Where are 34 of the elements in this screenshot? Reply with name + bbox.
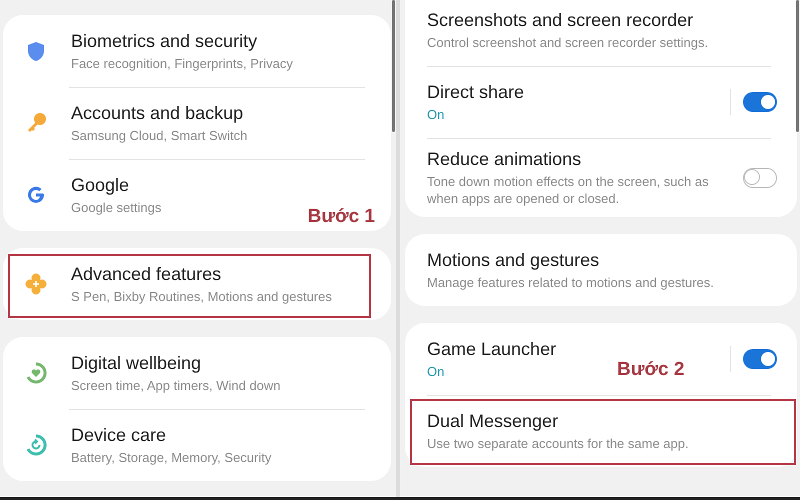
- g-letter-icon: [27, 186, 45, 204]
- setting-description: Use two separate accounts for the same app.: [427, 435, 689, 452]
- setting-title[interactable]: Google: [71, 174, 130, 196]
- setting-title[interactable]: Direct share: [427, 81, 524, 103]
- shield-icon: [27, 40, 45, 62]
- setting-title[interactable]: Accounts and backup: [71, 102, 244, 124]
- setting-description: Manage features related to motions and gestures.: [427, 274, 714, 291]
- setting-description: Screen time, App timers, Wind down: [71, 377, 281, 394]
- setting-title[interactable]: Screenshots and screen recorder: [427, 9, 694, 31]
- toggle-switch[interactable]: [743, 349, 777, 369]
- setting-description: Control screenshot and screen recorder settings.: [427, 34, 708, 51]
- status-text: On: [427, 106, 444, 123]
- heart-ring-icon: [24, 361, 48, 385]
- flower-icon: [25, 273, 47, 295]
- status-text: On: [427, 363, 444, 380]
- setting-title[interactable]: Digital wellbeing: [71, 352, 202, 374]
- step-label: Bước 2: [617, 359, 684, 381]
- setting-title[interactable]: Device care: [71, 424, 166, 446]
- toggle-switch[interactable]: [743, 92, 777, 112]
- setting-title[interactable]: Dual Messenger: [427, 410, 558, 432]
- toggle-switch[interactable]: [743, 168, 777, 188]
- setting-description: Battery, Storage, Memory, Security: [71, 449, 272, 466]
- setting-description: Face recognition, Fingerprints, Privacy: [71, 55, 293, 72]
- step-label: Bước 1: [308, 206, 375, 228]
- setting-description: Google settings: [71, 199, 162, 216]
- setting-title[interactable]: Game Launcher: [427, 338, 556, 360]
- setting-description: Tone down motion effects on the screen, such as when apps are opened or closed.: [427, 173, 710, 207]
- setting-title[interactable]: Motions and gestures: [427, 249, 600, 271]
- setting-title[interactable]: Advanced features: [71, 263, 222, 285]
- setting-title[interactable]: Reduce animations: [427, 148, 582, 170]
- setting-title[interactable]: Biometrics and security: [71, 30, 258, 52]
- setting-description: S Pen, Bixby Routines, Motions and gestures: [71, 288, 332, 305]
- setting-description: Samsung Cloud, Smart Switch: [71, 127, 248, 144]
- refresh-ring-icon: [24, 433, 48, 457]
